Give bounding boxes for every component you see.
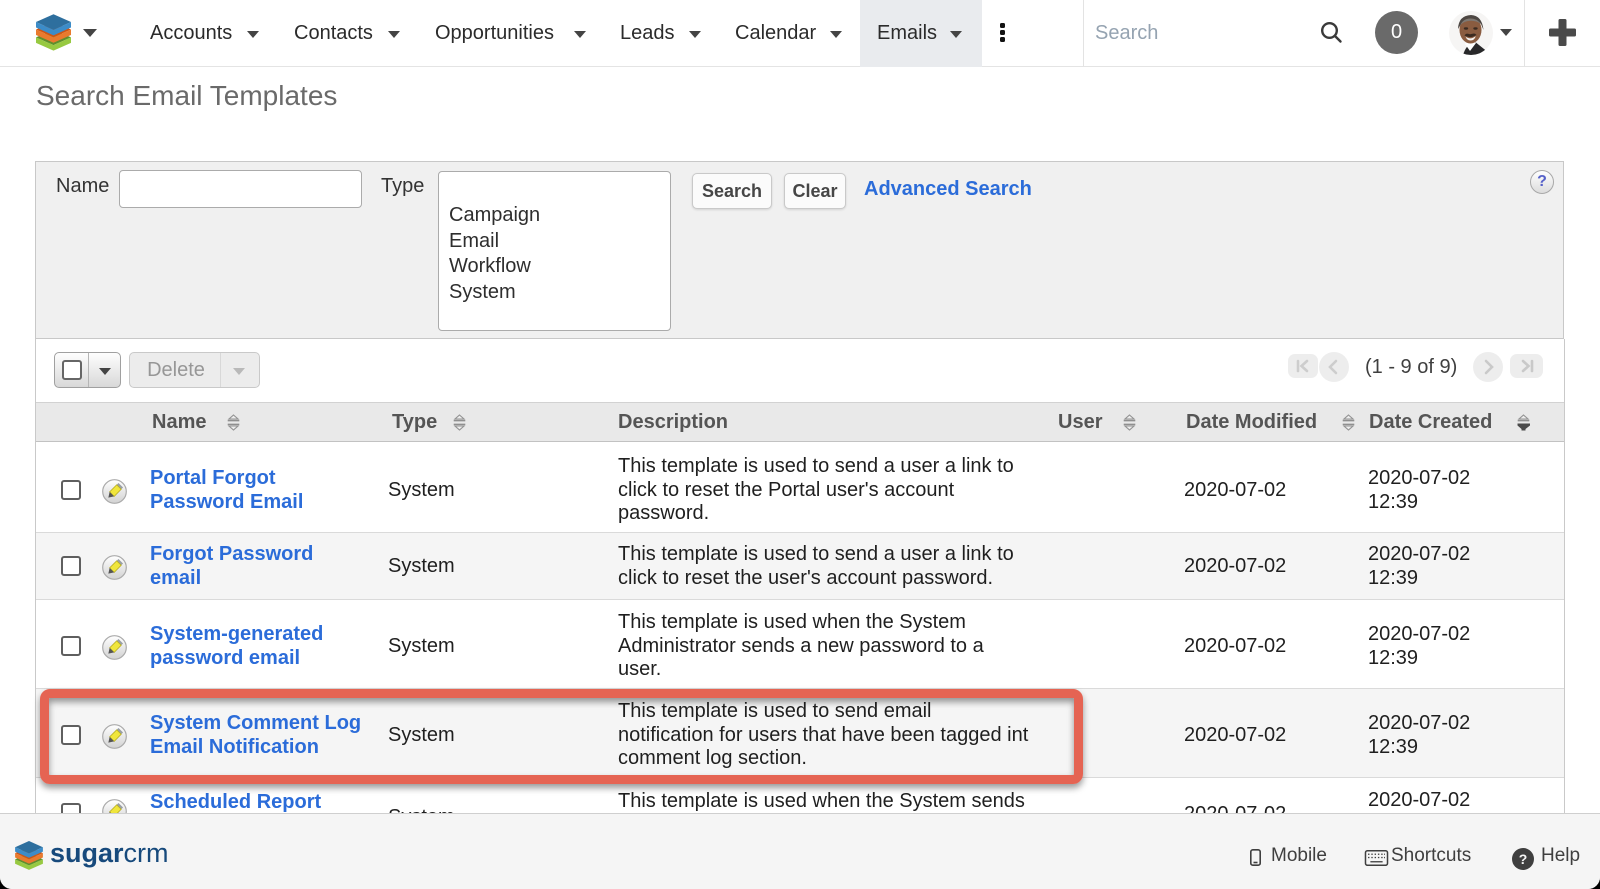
svg-text:?: ? [1519, 851, 1528, 867]
